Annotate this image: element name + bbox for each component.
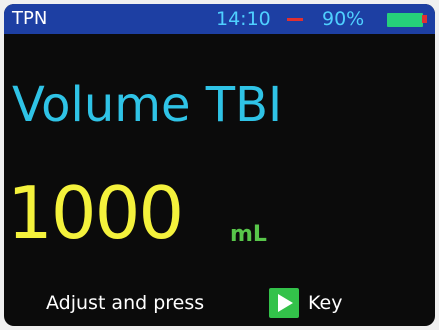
parameter-unit: mL bbox=[230, 222, 267, 247]
status-bar: TPN 14:10 90% bbox=[4, 4, 435, 34]
mode-label: TPN bbox=[12, 8, 48, 29]
clock: 14:10 bbox=[216, 8, 271, 30]
screen: TPN 14:10 90% Volume TBI 1000 mL Adjust … bbox=[4, 4, 435, 326]
play-key-icon[interactable] bbox=[269, 288, 299, 318]
infusion-pump-display: TPN 14:10 90% Volume TBI 1000 mL Adjust … bbox=[0, 0, 439, 330]
battery-tip-icon bbox=[422, 15, 427, 23]
battery-percentage: 90% bbox=[322, 8, 365, 30]
parameter-value[interactable]: 1000 bbox=[7, 170, 184, 256]
alert-dash-icon bbox=[287, 18, 303, 21]
prompt-text-after: Key bbox=[308, 292, 343, 314]
parameter-name: Volume TBI bbox=[12, 77, 283, 133]
prompt-text-before: Adjust and press bbox=[46, 292, 205, 314]
battery-icon bbox=[387, 13, 423, 27]
play-icon bbox=[278, 294, 293, 312]
